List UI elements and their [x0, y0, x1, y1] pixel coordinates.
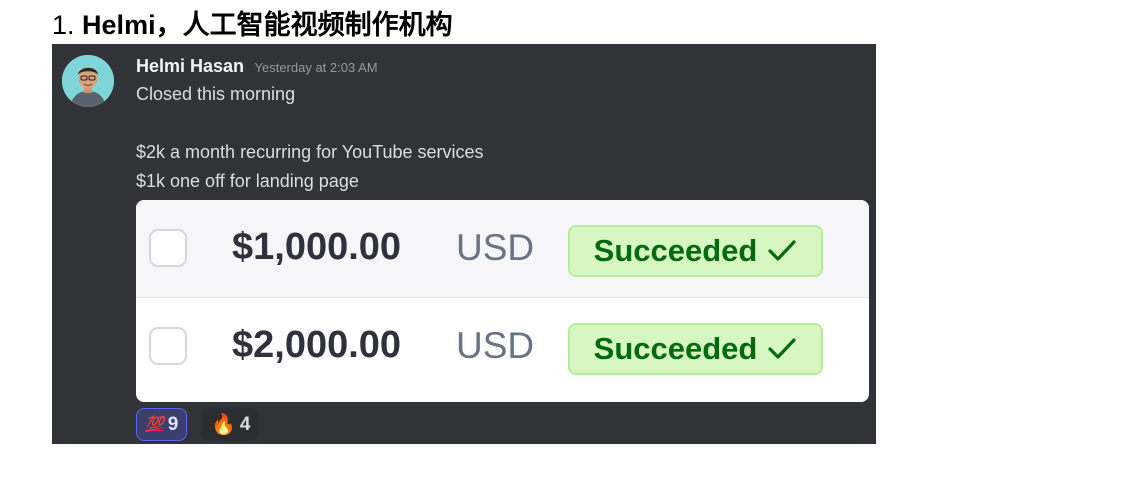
message-line: $1k one off for landing page	[136, 171, 359, 191]
heading-number: 1.	[52, 10, 75, 40]
message-header: Helmi Hasan Yesterday at 2:03 AM	[136, 56, 378, 77]
row-checkbox[interactable]	[149, 327, 187, 365]
reaction-count: 9	[167, 413, 179, 435]
discord-message-screenshot: Helmi Hasan Yesterday at 2:03 AM Closed …	[52, 44, 876, 444]
status-badge: Succeeded	[568, 225, 823, 277]
payment-currency: USD	[456, 325, 535, 366]
user-avatar-icon	[62, 55, 114, 107]
message-line: $2k a month recurring for YouTube servic…	[136, 142, 484, 162]
heading-title: Helmi，人工智能视频制作机构	[82, 10, 453, 40]
page-heading: 1. Helmi，人工智能视频制作机构	[52, 6, 453, 44]
payment-amount: $1,000.00	[232, 226, 402, 268]
message-timestamp: Yesterday at 2:03 AM	[254, 60, 378, 75]
payment-currency: USD	[456, 227, 535, 268]
hundred-points-icon: 💯	[145, 416, 164, 433]
author-name[interactable]: Helmi Hasan	[136, 56, 244, 76]
fire-icon: 🔥	[211, 413, 236, 436]
checkmark-icon	[768, 338, 796, 359]
status-label: Succeeded	[593, 233, 758, 268]
checkmark-icon	[768, 240, 796, 261]
reaction-hundred-points[interactable]: 💯 9	[136, 408, 188, 441]
status-label: Succeeded	[593, 331, 758, 366]
payment-amount: $2,000.00	[232, 324, 402, 366]
row-checkbox[interactable]	[149, 229, 187, 267]
status-badge: Succeeded	[568, 323, 823, 375]
avatar[interactable]	[62, 55, 114, 107]
reaction-count: 4	[239, 413, 251, 435]
payment-row[interactable]: $2,000.00 USD Succeeded	[136, 298, 869, 395]
message-line: Closed this morning	[136, 84, 296, 104]
payment-row[interactable]: $1,000.00 USD Succeeded	[136, 200, 869, 298]
reaction-fire[interactable]: 🔥 4	[202, 408, 260, 441]
payments-card: $1,000.00 USD Succeeded $2,000.00 USD Su…	[136, 200, 869, 402]
